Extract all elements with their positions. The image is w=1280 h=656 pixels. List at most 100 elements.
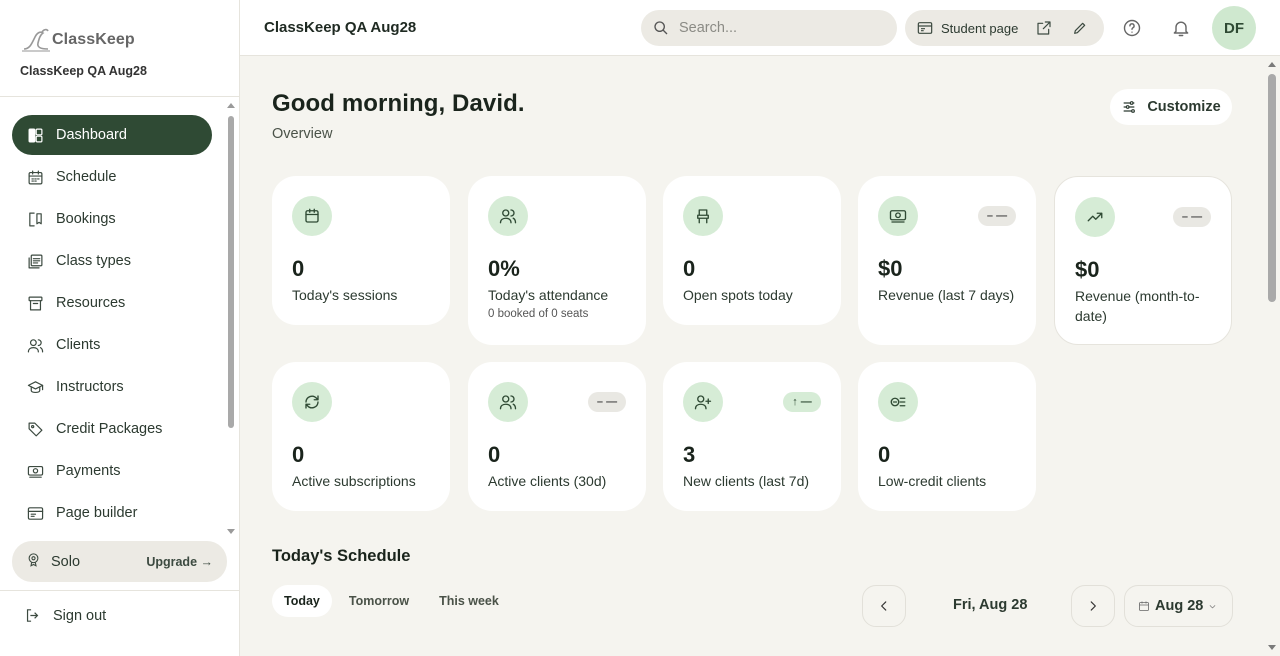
plan-name: Solo <box>51 553 81 570</box>
classkeep-logo-icon <box>22 28 50 52</box>
stat-card-revenue-mtd[interactable]: – — $0 Revenue (month-to-date) <box>1054 176 1232 345</box>
main-scroll-down[interactable] <box>1268 645 1276 650</box>
stat-card-open-spots[interactable]: 0 Open spots today <box>663 176 841 325</box>
users-icon <box>26 336 44 354</box>
sidebar-item-clients[interactable]: Clients <box>12 325 212 365</box>
external-link-icon <box>1037 21 1051 35</box>
brand-name: ClassKeep <box>52 31 135 48</box>
divider <box>0 590 239 591</box>
open-external-button[interactable] <box>1026 10 1062 46</box>
sidebar-item-label: Class types <box>56 253 131 269</box>
stat-card-todays-sessions[interactable]: 0 Today's sessions <box>272 176 450 325</box>
chevron-left-icon <box>881 601 887 611</box>
users-icon <box>488 196 528 236</box>
payments-icon <box>26 462 44 480</box>
tag-icon <box>26 420 44 438</box>
sidebar-item-page-builder[interactable]: Page builder <box>12 493 212 533</box>
pencil-icon <box>1074 22 1086 34</box>
refresh-icon <box>292 382 332 422</box>
dashboard-icon <box>26 126 44 144</box>
help-icon <box>1123 19 1141 37</box>
sign-out-button[interactable]: Sign out <box>24 607 106 624</box>
sidebar-item-bookings[interactable]: Bookings <box>12 199 212 239</box>
stat-value: 0 <box>292 256 305 281</box>
chevron-down-icon <box>1210 604 1216 608</box>
sliders-icon <box>1123 101 1136 113</box>
tab-tomorrow[interactable]: Tomorrow <box>336 585 422 617</box>
date-picker-button[interactable]: Aug 28 <box>1124 585 1233 627</box>
greeting-heading: Good morning, David. <box>272 90 525 117</box>
plan-badge[interactable]: Solo Upgrade → <box>12 541 227 582</box>
brand: ClassKeep ClassKeep QA Aug28 <box>0 0 239 97</box>
notifications-button[interactable] <box>1169 16 1193 40</box>
sign-out-label: Sign out <box>53 607 107 624</box>
sidebar-scrollbar[interactable] <box>228 116 234 428</box>
edit-page-button[interactable] <box>1062 10 1098 46</box>
sidebar-item-payments[interactable]: Payments <box>12 451 212 491</box>
plan-icon <box>26 552 41 572</box>
stat-card-new-clients[interactable]: ↑ — 3 New clients (last 7d) <box>663 362 841 511</box>
trending-up-icon <box>1075 197 1115 237</box>
seat-icon <box>683 196 723 236</box>
page-title: ClassKeep QA Aug28 <box>264 19 417 36</box>
list-icon <box>26 252 44 270</box>
upgrade-link[interactable]: Upgrade → <box>146 555 213 569</box>
user-plus-icon <box>683 382 723 422</box>
sidebar-item-instructors[interactable]: Instructors <box>12 367 212 407</box>
stat-value: 0 <box>292 442 305 467</box>
stat-card-revenue-7d[interactable]: – — $0 Revenue (last 7 days) <box>858 176 1036 345</box>
bookmark-icon <box>26 210 44 228</box>
student-page-label: Student page <box>941 20 1019 36</box>
trend-badge: ↑ — <box>783 392 821 412</box>
main-scroll-up[interactable] <box>1268 62 1276 67</box>
stat-value: 0% <box>488 256 520 281</box>
search-box[interactable] <box>641 10 897 46</box>
stat-label: Revenue (last 7 days) <box>878 287 1015 303</box>
payments-icon <box>878 196 918 236</box>
sidebar-item-dashboard[interactable]: Dashboard <box>12 115 212 155</box>
sidebar-item-class-types[interactable]: Class types <box>12 241 212 281</box>
prev-day-button[interactable] <box>862 585 906 627</box>
calendar-icon <box>26 168 44 186</box>
overview-subtitle: Overview <box>272 126 333 142</box>
help-button[interactable] <box>1120 16 1144 40</box>
stat-card-active-subscriptions[interactable]: 0 Active subscriptions <box>272 362 450 511</box>
sidebar-nav: Dashboard Schedule Bookings Class types … <box>0 97 240 537</box>
stat-card-low-credit[interactable]: 0 Low-credit clients <box>858 362 1036 511</box>
brand-logo[interactable]: ClassKeep <box>20 24 219 56</box>
trend-badge: – — <box>1173 207 1211 227</box>
archive-icon <box>26 294 44 312</box>
sidebar-item-credit-packages[interactable]: Credit Packages <box>12 409 212 449</box>
sidebar-item-schedule[interactable]: Schedule <box>12 157 212 197</box>
tab-today[interactable]: Today <box>272 585 332 617</box>
sidebar-item-label: Page builder <box>56 505 138 521</box>
sidebar-item-label: Bookings <box>56 211 116 227</box>
current-date: Fri, Aug 28 <box>953 597 1028 613</box>
next-day-button[interactable] <box>1071 585 1115 627</box>
stat-card-todays-attendance[interactable]: 0% Today's attendance 0 booked of 0 seat… <box>468 176 646 345</box>
topbar: ClassKeep QA Aug28 Student page DF <box>240 0 1280 56</box>
student-page-button[interactable]: Student page <box>905 10 1026 46</box>
sign-out-icon <box>26 609 39 622</box>
main-scrollbar[interactable] <box>1268 74 1276 302</box>
trend-badge: – — <box>978 206 1016 226</box>
stat-sub: 0 booked of 0 seats <box>488 308 589 320</box>
tab-this-week[interactable]: This week <box>426 585 512 617</box>
sidebar-scroll-up[interactable] <box>227 103 235 108</box>
stat-value: $0 <box>878 256 903 281</box>
stat-value: 0 <box>878 442 891 467</box>
search-input[interactable] <box>679 20 879 36</box>
customize-button[interactable]: Customize <box>1110 89 1232 125</box>
sidebar-item-label: Clients <box>56 337 101 353</box>
sidebar-scroll-down[interactable] <box>227 529 235 534</box>
stat-label: Active clients (30d) <box>488 473 607 489</box>
trend-badge: – — <box>588 392 626 412</box>
stat-card-active-clients[interactable]: – — 0 Active clients (30d) <box>468 362 646 511</box>
stat-label: Low-credit clients <box>878 473 987 489</box>
avatar[interactable]: DF <box>1212 6 1256 50</box>
sidebar-item-label: Resources <box>56 295 126 311</box>
users-icon <box>488 382 528 422</box>
stat-value: $0 <box>1075 257 1100 282</box>
schedule-tabs: Today Tomorrow This week <box>272 585 516 617</box>
sidebar-item-resources[interactable]: Resources <box>12 283 212 323</box>
